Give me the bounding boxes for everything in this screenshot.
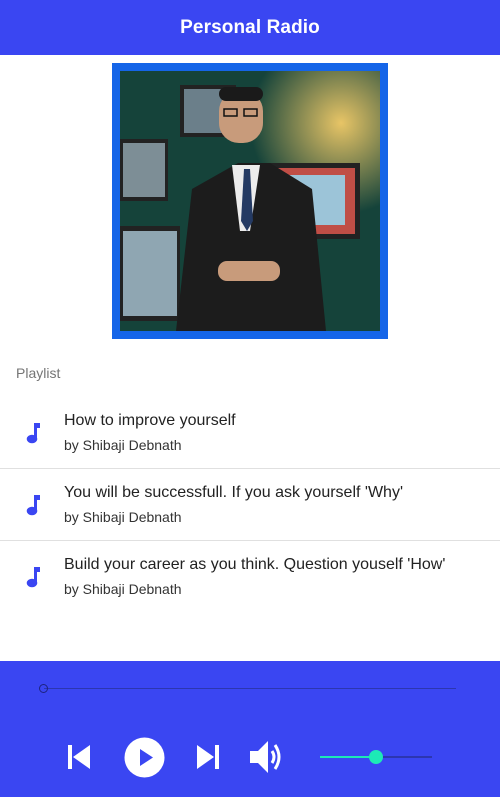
music-note-icon <box>26 423 40 444</box>
music-note-icon <box>26 567 40 588</box>
track-artist: by Shibaji Debnath <box>64 509 182 525</box>
playlist: How to improve yourself by Shibaji Debna… <box>0 397 500 612</box>
playlist-label: Playlist <box>16 365 61 381</box>
playlist-item[interactable]: How to improve yourself by Shibaji Debna… <box>0 397 500 469</box>
track-title: Build your career as you think. Question… <box>64 556 446 573</box>
skip-next-button[interactable] <box>195 744 221 770</box>
volume-slider-handle[interactable] <box>369 750 383 764</box>
music-note-icon <box>26 495 40 516</box>
track-artist: by Shibaji Debnath <box>64 581 182 597</box>
app-header: Personal Radio <box>0 0 500 55</box>
cover-photo <box>120 71 380 331</box>
skip-previous-icon <box>68 745 90 769</box>
skip-next-icon <box>197 745 219 769</box>
app-title: Personal Radio <box>180 16 320 38</box>
volume-slider-track[interactable] <box>376 756 432 758</box>
skip-previous-button[interactable] <box>66 744 92 770</box>
track-title: How to improve yourself <box>64 412 236 429</box>
seek-handle[interactable] <box>39 684 48 693</box>
album-cover <box>112 63 388 339</box>
play-icon <box>124 737 165 778</box>
player-bar <box>0 661 500 797</box>
play-button[interactable] <box>124 737 165 778</box>
seek-bar[interactable] <box>44 688 456 689</box>
track-artist: by Shibaji Debnath <box>64 437 182 453</box>
playlist-item[interactable]: You will be successfull. If you ask your… <box>0 469 500 541</box>
volume-slider-fill[interactable] <box>320 756 376 758</box>
playlist-item[interactable]: Build your career as you think. Question… <box>0 541 500 612</box>
volume-button[interactable] <box>249 739 287 775</box>
track-title: You will be successfull. If you ask your… <box>64 484 403 501</box>
volume-up-icon <box>250 741 281 773</box>
